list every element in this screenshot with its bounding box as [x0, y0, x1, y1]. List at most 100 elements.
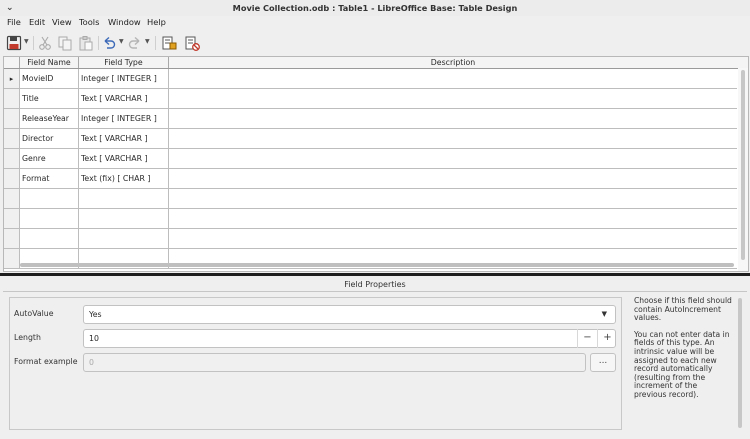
- column-header-description[interactable]: Description: [169, 57, 737, 68]
- description-cell[interactable]: [169, 109, 737, 129]
- toolbar-separator: [155, 36, 156, 50]
- copy-icon[interactable]: [57, 35, 73, 51]
- description-cell[interactable]: [169, 129, 737, 149]
- window-title: Movie Collection.odb : Table1 - LibreOff…: [233, 3, 518, 13]
- row-header[interactable]: [4, 149, 20, 169]
- field-properties-header: Field Properties: [3, 278, 747, 292]
- toolbar: ▼ ▼ ▼: [0, 32, 750, 54]
- menu-bar: File Edit View Tools Window Help: [0, 16, 750, 30]
- scrollbar-thumb[interactable]: [20, 263, 734, 267]
- field-name-cell[interactable]: ReleaseYear: [20, 109, 79, 129]
- chevron-down-icon[interactable]: ▼: [602, 306, 607, 323]
- row-header[interactable]: [4, 229, 20, 249]
- toolbar-separator: [98, 36, 99, 50]
- field-type-cell[interactable]: [79, 229, 169, 249]
- menu-help[interactable]: Help: [147, 17, 166, 27]
- autovalue-label: AutoValue: [14, 309, 54, 318]
- menu-view[interactable]: View: [52, 17, 72, 27]
- row-header[interactable]: [4, 169, 20, 189]
- format-example-label: Format example: [14, 357, 78, 366]
- menu-tools[interactable]: Tools: [79, 17, 99, 27]
- table-row[interactable]: Format Text (fix) [ CHAR ]: [4, 169, 737, 189]
- redo-icon[interactable]: [127, 35, 143, 51]
- description-cell[interactable]: [169, 169, 737, 189]
- paste-icon[interactable]: [78, 35, 94, 51]
- table-row[interactable]: Director Text [ VARCHAR ]: [4, 129, 737, 149]
- field-name-cell[interactable]: Format: [20, 169, 79, 189]
- table-design-grid: Field Name Field Type Description ▸ Movi…: [3, 56, 749, 272]
- grid-header: Field Name Field Type Description: [4, 57, 748, 69]
- description-cell[interactable]: [169, 229, 737, 249]
- format-example-value: 0: [89, 358, 94, 367]
- field-name-cell[interactable]: Title: [20, 89, 79, 109]
- title-bar: ⌄ Movie Collection.odb : Table1 - LibreO…: [0, 0, 750, 16]
- decrement-button[interactable]: −: [577, 329, 597, 348]
- description-cell[interactable]: [169, 209, 737, 229]
- field-type-cell[interactable]: [79, 189, 169, 209]
- description-cell[interactable]: [169, 69, 737, 89]
- scrollbar-thumb[interactable]: [741, 70, 745, 260]
- toolbar-separator: [33, 36, 34, 50]
- field-type-cell[interactable]: Text [ VARCHAR ]: [79, 89, 169, 109]
- field-name-cell[interactable]: [20, 209, 79, 229]
- row-header[interactable]: [4, 109, 20, 129]
- table-row[interactable]: Genre Text [ VARCHAR ]: [4, 149, 737, 169]
- help-scrollbar[interactable]: [738, 298, 742, 428]
- row-header[interactable]: [4, 129, 20, 149]
- row-header-corner: [4, 57, 20, 68]
- length-label: Length: [14, 333, 41, 342]
- column-header-field-type[interactable]: Field Type: [79, 57, 169, 68]
- table-row[interactable]: [4, 209, 737, 229]
- autovalue-value: Yes: [89, 310, 102, 319]
- description-cell[interactable]: [169, 189, 737, 209]
- table-row[interactable]: Title Text [ VARCHAR ]: [4, 89, 737, 109]
- table-row[interactable]: [4, 229, 737, 249]
- length-spinbox[interactable]: 10 − +: [83, 329, 616, 348]
- increment-button[interactable]: +: [597, 329, 617, 348]
- row-header[interactable]: [4, 209, 20, 229]
- table-row[interactable]: ReleaseYear Integer [ INTEGER ]: [4, 109, 737, 129]
- field-name-cell[interactable]: Genre: [20, 149, 79, 169]
- row-header[interactable]: [4, 189, 20, 209]
- redo-dropdown-icon[interactable]: ▼: [145, 38, 150, 45]
- column-header-field-name[interactable]: Field Name: [20, 57, 79, 68]
- undo-icon[interactable]: [101, 35, 117, 51]
- field-type-cell[interactable]: Integer [ INTEGER ]: [79, 69, 169, 89]
- length-value[interactable]: 10: [89, 334, 99, 343]
- description-cell[interactable]: [169, 149, 737, 169]
- primary-key-icon[interactable]: [184, 35, 200, 51]
- menu-window[interactable]: Window: [108, 17, 141, 27]
- autovalue-select[interactable]: Yes ▼: [83, 305, 616, 324]
- field-type-cell[interactable]: Text [ VARCHAR ]: [79, 129, 169, 149]
- pane-splitter[interactable]: [0, 273, 750, 276]
- menu-edit[interactable]: Edit: [29, 17, 45, 27]
- table-row[interactable]: [4, 189, 737, 209]
- field-name-cell[interactable]: MovieID: [20, 69, 79, 89]
- menu-file[interactable]: File: [7, 17, 21, 27]
- index-design-icon[interactable]: [161, 35, 177, 51]
- field-type-cell[interactable]: Integer [ INTEGER ]: [79, 109, 169, 129]
- window-menu-icon[interactable]: ⌄: [6, 0, 14, 16]
- format-button[interactable]: ...: [590, 353, 616, 372]
- grid-horizontal-scrollbar[interactable]: [2, 263, 740, 269]
- format-example-field: 0: [83, 353, 586, 372]
- help-text-details: You can not enter data in fields of this…: [634, 331, 732, 400]
- field-name-cell[interactable]: [20, 189, 79, 209]
- field-name-cell[interactable]: Director: [20, 129, 79, 149]
- save-dropdown-icon[interactable]: ▼: [24, 38, 29, 45]
- cut-icon[interactable]: [37, 35, 53, 51]
- field-type-cell[interactable]: Text (fix) [ CHAR ]: [79, 169, 169, 189]
- help-text-panel: Choose if this field should contain Auto…: [634, 297, 732, 432]
- field-name-cell[interactable]: [20, 229, 79, 249]
- field-type-cell[interactable]: [79, 209, 169, 229]
- undo-dropdown-icon[interactable]: ▼: [119, 38, 124, 45]
- row-header[interactable]: [4, 89, 20, 109]
- grid-vertical-scrollbar[interactable]: [738, 68, 748, 271]
- current-row-indicator-icon[interactable]: ▸: [4, 69, 20, 89]
- table-row[interactable]: ▸ MovieID Integer [ INTEGER ]: [4, 69, 737, 89]
- save-icon[interactable]: [6, 35, 22, 51]
- field-type-cell[interactable]: Text [ VARCHAR ]: [79, 149, 169, 169]
- description-cell[interactable]: [169, 89, 737, 109]
- help-text-autovalue: Choose if this field should contain Auto…: [634, 297, 732, 323]
- field-properties-panel: AutoValue Yes ▼ Length 10 − + Format exa…: [9, 297, 622, 430]
